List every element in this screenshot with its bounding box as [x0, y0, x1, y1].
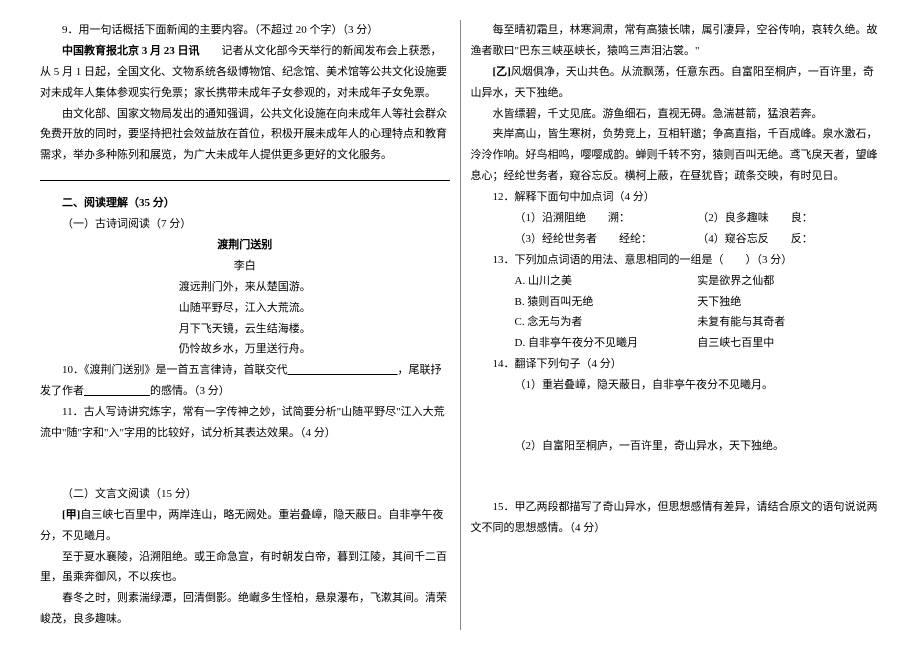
q12-c: （3）经纶世务者 经纶： [515, 229, 698, 250]
q14-b: （2）自富阳至桐庐，一百许里，奇山异水，天下独绝。 [471, 436, 881, 457]
poem-title: 渡荆门送别 [40, 235, 450, 256]
jia-para4: 每至晴初霜旦，林寒涧肃，常有高猿长啸，属引凄异，空谷传响，哀转久绝。故渔者歌曰"… [471, 20, 881, 62]
q9-para2: 由文化部、国家文物局发出的通知强调，公共文化设施在向未成年人等社会群众免费开放的… [40, 104, 450, 167]
right-column: 每至晴初霜旦，林寒涧肃，常有高猿长啸，属引凄异，空谷传响，哀转久绝。故渔者歌曰"… [461, 20, 891, 630]
q13-c1: C. 念无与为者 [515, 312, 698, 333]
poem-author: 李白 [40, 256, 450, 277]
q9-news: 中国教育报北京 3 月 23 日讯 记者从文化部今天举行的新闻发布会上获悉，从 … [40, 41, 450, 104]
q10-a: 10．《渡荆门送别》是一首五言律诗，首联交代 [62, 364, 288, 376]
q12-b: （2）良多趣味 良： [697, 208, 880, 229]
q12-row1: （1）沿溯阻绝 溯： （2）良多趣味 良： [471, 208, 881, 229]
q10: 10．《渡荆门送别》是一首五言律诗，首联交代 ，尾联抒发了作者 的感情。（3 分… [40, 360, 450, 402]
q10-blank1 [288, 364, 398, 376]
yi-label: [乙] [493, 66, 511, 78]
yi-para1: [乙]风烟俱净，天山共色。从流飘荡，任意东西。自富阳至桐庐，一百许里，奇山异水，… [471, 62, 881, 104]
yi-para3: 夹岸高山，皆生寒树，负势竞上，互相轩邈；争高直指，千百成峰。泉水激石，泠泠作响。… [471, 124, 881, 187]
q14: 14．翻译下列句子（4 分） [471, 354, 881, 375]
q13-d2: 自三峡七百里中 [697, 333, 880, 354]
left-column: 9．用一句话概括下面新闻的主要内容。（不超过 20 个字）（3 分） 中国教育报… [30, 20, 460, 630]
jia-text1: 自三峡七百里中，两岸连山，略无阙处。重岩叠嶂，隐天蔽日。自非亭午夜分，不见曦月。 [40, 509, 443, 542]
jia-para2: 至于夏水襄陵，沿溯阻绝。或王命急宣，有时朝发白帝，暮到江陵，其间千二百里，虽乘奔… [40, 547, 450, 589]
q11: 11．古人写诗讲究炼字，常有一字传神之妙，试简要分析"山随平野尽"江入大荒流中"… [40, 402, 450, 444]
section2-sub1: （一）古诗词阅读（7 分） [40, 214, 450, 235]
q13-b: B. 猿则百叫无绝 天下独绝 [471, 292, 881, 313]
jia-para1: [甲]自三峡七百里中，两岸连山，略无阙处。重岩叠嶂，隐天蔽日。自非亭午夜分，不见… [40, 505, 450, 547]
poem-line-2: 山随平野尽，江入大荒流。 [40, 298, 450, 319]
q9-prompt: 9．用一句话概括下面新闻的主要内容。（不超过 20 个字）（3 分） [40, 20, 450, 41]
q10-blank2 [84, 385, 150, 397]
q13-a1: A. 山川之美 [515, 271, 698, 292]
yi-para2: 水皆缥碧，千丈见底。游鱼细石，直视无碍。急湍甚箭，猛浪若奔。 [471, 104, 881, 125]
q9-headline: 中国教育报北京 3 月 23 日讯 [62, 45, 200, 57]
section2-title: 二、阅读理解（35 分） [40, 193, 450, 214]
q13-d1: D. 自非亭午夜分不见曦月 [515, 333, 698, 354]
q12-a: （1）沿溯阻绝 溯： [515, 208, 698, 229]
q13-d: D. 自非亭午夜分不见曦月 自三峡七百里中 [471, 333, 881, 354]
yi-text1: 风烟俱净，天山共色。从流飘荡，任意东西。自富阳至桐庐，一百许里，奇山异水，天下独… [471, 66, 874, 99]
q12-d: （4）窥谷忘反 反： [697, 229, 880, 250]
jia-para3: 春冬之时，则素湍绿潭，回清倒影。绝𪩘多生怪柏，悬泉瀑布，飞漱其间。清荣峻茂，良多… [40, 588, 450, 630]
q13-c: C. 念无与为者 未复有能与其奇者 [471, 312, 881, 333]
q13: 13．下列加点词语的用法、意思相同的一组是（ ）（3 分） [471, 250, 881, 271]
q10-c: 的感情。（3 分） [150, 385, 230, 397]
q12-row2: （3）经纶世务者 经纶： （4）窥谷忘反 反： [471, 229, 881, 250]
jia-label: [甲] [62, 509, 80, 521]
q12: 12．解释下面句中加点词（4 分） [471, 187, 881, 208]
q15: 15．甲乙两段都描写了奇山异水，但思想感情有差异，请结合原文的语句说说两文不同的… [471, 497, 881, 539]
answer-blank [40, 168, 450, 181]
q13-b1: B. 猿则百叫无绝 [515, 292, 698, 313]
wenyan-title: （二）文言文阅读（15 分） [40, 484, 450, 505]
q13-c2: 未复有能与其奇者 [697, 312, 880, 333]
q13-a2: 实是欲界之仙都 [697, 271, 880, 292]
poem-line-3: 月下飞天镜，云生结海楼。 [40, 319, 450, 340]
q13-a: A. 山川之美 实是欲界之仙都 [471, 271, 881, 292]
q14-a: （1）重岩叠嶂，隐天蔽日，自非亭午夜分不见曦月。 [471, 375, 881, 396]
q13-b2: 天下独绝 [697, 292, 880, 313]
poem-line-1: 渡远荆门外，来从楚国游。 [40, 277, 450, 298]
poem-line-4: 仍怜故乡水，万里送行舟。 [40, 339, 450, 360]
